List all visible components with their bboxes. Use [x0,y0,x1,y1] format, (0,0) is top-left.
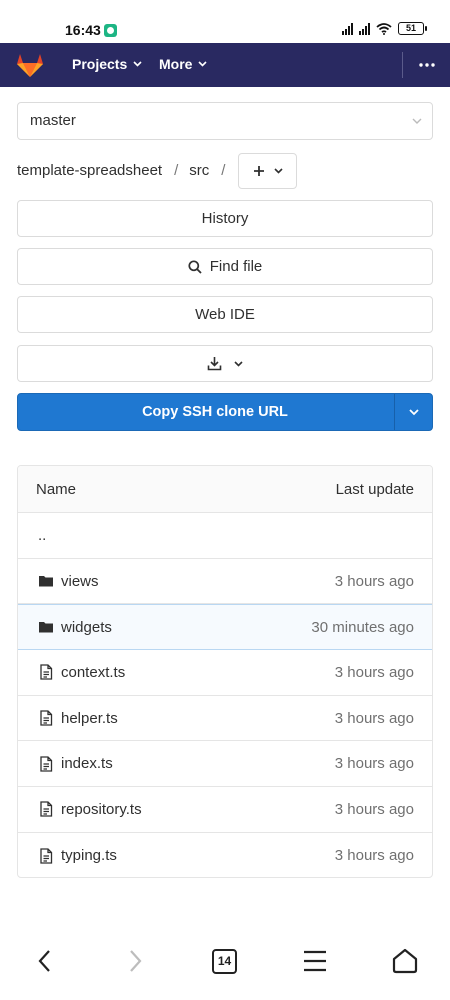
file-icon [40,664,53,681]
file-name[interactable]: helper.ts [61,710,335,727]
column-last-update: Last update [335,480,414,498]
file-time: 3 hours ago [334,755,414,773]
history-button[interactable]: History [17,200,433,237]
file-time: 3 hours ago [334,663,414,681]
file-time: 3 hours ago [334,800,414,818]
more-label: More [159,56,193,72]
table-row[interactable]: widgets 30 minutes ago [18,604,432,651]
file-name[interactable]: repository.ts [61,801,335,818]
chevron-down-icon [408,408,419,415]
status-bar: 16:43 51 [0,0,450,43]
file-icon [40,848,53,864]
projects-menu[interactable]: Projects [72,56,142,72]
chevron-down-icon [274,167,283,174]
table-header: Name Last update [18,466,432,513]
folder-icon [39,622,53,633]
copy-ssh-url-button[interactable]: Copy SSH clone URL [18,394,394,430]
file-name[interactable]: views [61,573,335,590]
gitlab-logo-icon[interactable] [16,52,44,78]
web-ide-label: Web IDE [195,306,255,323]
clone-options-button[interactable] [394,394,432,430]
clone-button-group: Copy SSH clone URL [17,393,433,431]
status-time: 16:43 [65,22,101,38]
find-file-button[interactable]: Find file [17,248,433,285]
branch-selector[interactable]: master [17,102,433,140]
chevron-down-icon [198,61,208,67]
folder-icon [39,576,53,587]
chevron-down-icon [234,360,243,367]
more-menu[interactable]: More [159,56,208,72]
file-name[interactable]: typing.ts [61,847,335,864]
file-tree-table: Name Last update .. views 3 hours ago wi… [17,465,433,878]
breadcrumb: template-spreadsheet / src / [17,152,298,189]
file-name[interactable]: index.ts [61,755,335,772]
search-icon [188,259,202,274]
plus-icon [253,165,264,176]
breadcrumb-separator: / [174,162,179,179]
browser-bottom-bar: 14 [0,930,450,1000]
breadcrumb-separator: / [221,162,226,179]
file-name[interactable]: .. [38,527,414,544]
nav-divider [402,52,403,78]
signal-icon [359,22,370,35]
home-icon[interactable] [392,948,418,974]
wifi-icon [376,22,392,35]
menu-icon[interactable] [302,948,328,974]
table-row[interactable]: index.ts 3 hours ago [18,741,432,788]
file-name[interactable]: widgets [61,619,311,636]
ellipsis-icon[interactable] [418,58,436,72]
history-label: History [201,210,249,227]
forward-icon[interactable] [126,948,144,974]
find-file-label: Find file [209,258,263,275]
chevron-down-icon [133,61,142,67]
status-indicators: 51 [342,22,427,35]
file-icon [40,801,53,818]
signal-icon [342,22,353,35]
file-name[interactable]: context.ts [61,664,335,681]
file-time: 3 hours ago [334,847,414,865]
projects-label: Projects [72,56,128,72]
table-row[interactable]: typing.ts 3 hours ago [18,833,432,877]
breadcrumb-repo[interactable]: template-spreadsheet [17,162,162,179]
web-ide-button[interactable]: Web IDE [17,296,433,333]
file-icon [40,710,53,726]
top-navbar: Projects More [0,43,450,87]
table-row[interactable]: helper.ts 3 hours ago [18,696,432,742]
back-icon[interactable] [36,948,54,974]
table-row[interactable]: context.ts 3 hours ago [18,650,432,696]
table-row[interactable]: repository.ts 3 hours ago [18,787,432,833]
battery-icon: 51 [398,22,427,35]
file-time: 30 minutes ago [311,618,414,636]
file-time: 3 hours ago [334,709,414,727]
download-button[interactable] [17,345,433,382]
file-time: 3 hours ago [334,572,414,590]
table-row-parent[interactable]: .. [18,513,432,559]
download-icon [207,357,222,371]
file-icon [40,756,53,772]
table-row[interactable]: views 3 hours ago [18,559,432,605]
branch-name: master [30,112,76,129]
app-notification-icon [104,24,117,37]
add-to-tree-button[interactable] [238,152,298,189]
chevron-down-icon [412,118,422,124]
column-name: Name [36,480,77,498]
tabs-count-button[interactable]: 14 [212,949,237,974]
breadcrumb-folder[interactable]: src [189,162,209,179]
